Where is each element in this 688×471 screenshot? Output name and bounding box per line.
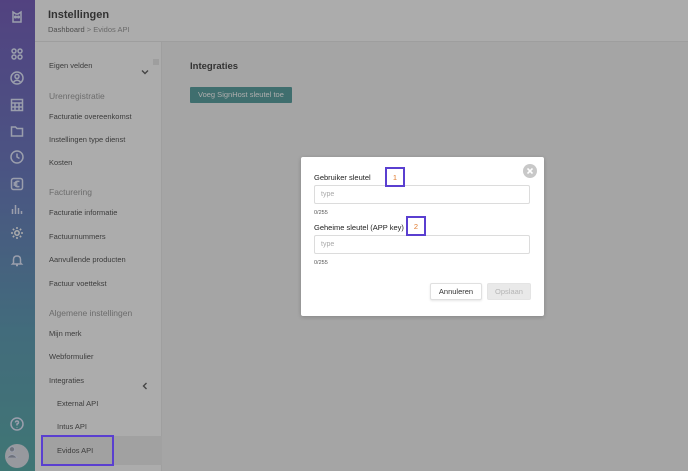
- close-button[interactable]: [523, 164, 537, 178]
- save-button[interactable]: Opslaan: [487, 283, 531, 300]
- user-key-input[interactable]: [314, 185, 530, 204]
- annotation-marker-2: 2: [406, 216, 426, 236]
- annotation-box-evidos: [41, 435, 114, 466]
- annotation-marker-1: 1: [385, 167, 405, 187]
- secret-key-counter: 0/255: [314, 260, 328, 266]
- secret-key-input[interactable]: [314, 235, 530, 254]
- close-icon: [527, 168, 533, 174]
- user-key-counter: 0/255: [314, 210, 328, 216]
- signhost-key-dialog: Gebruiker sleutel 0/255 Geheime sleutel …: [301, 157, 544, 316]
- cancel-button[interactable]: Annuleren: [430, 283, 482, 300]
- secret-key-label: Geheime sleutel (APP key): [314, 223, 404, 232]
- user-key-label: Gebruiker sleutel: [314, 173, 371, 182]
